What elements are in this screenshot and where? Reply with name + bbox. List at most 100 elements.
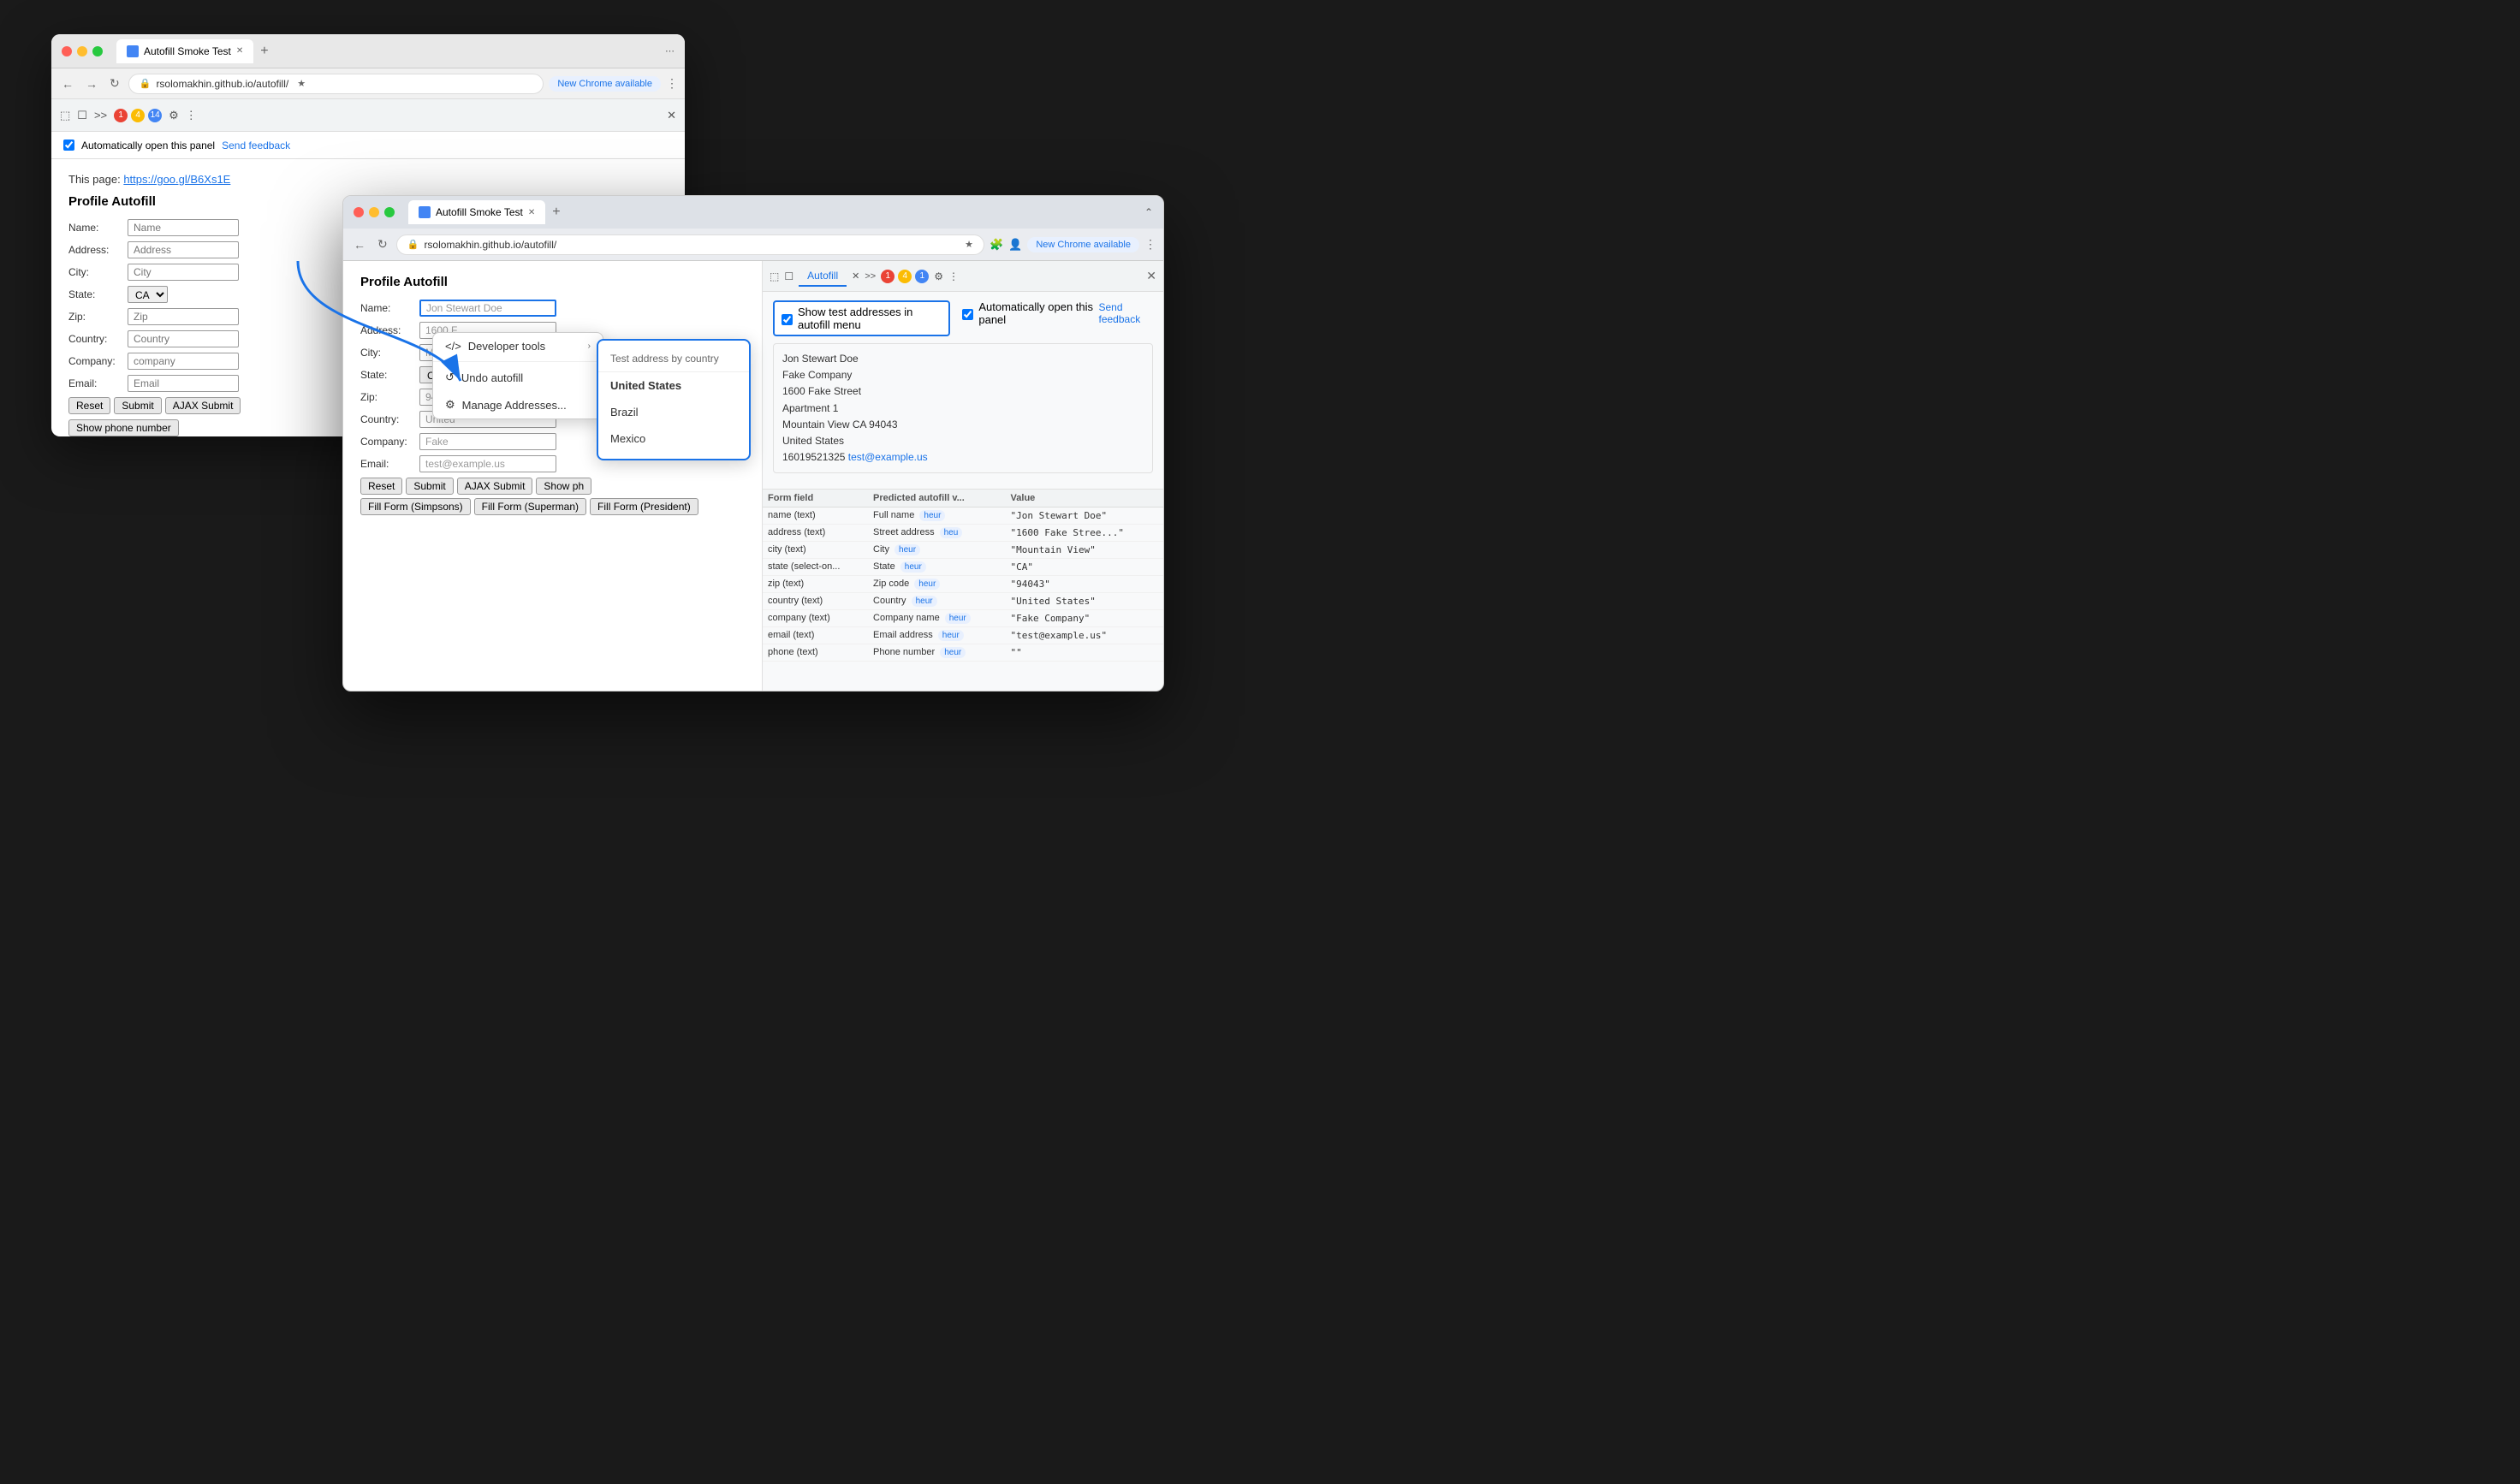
back-state-label: State: <box>68 288 124 300</box>
context-menu[interactable]: </> Developer tools › ↺ Undo autofill ⚙ … <box>432 332 603 419</box>
front-tab-close-icon[interactable]: ✕ <box>528 208 535 217</box>
back-address-input[interactable] <box>128 241 239 258</box>
reload-button[interactable]: ↻ <box>106 73 123 94</box>
back-menu-icon[interactable]: ⋮ <box>666 76 678 91</box>
front-new-chrome-badge[interactable]: New Chrome available <box>1027 237 1139 252</box>
front-fill-simpsons-btn[interactable]: Fill Form (Simpsons) <box>360 498 471 515</box>
back-country-label: Country: <box>68 333 124 345</box>
close-traffic-light[interactable] <box>62 46 72 56</box>
back-auto-open-checkbox[interactable] <box>63 139 74 151</box>
back-button[interactable]: ← <box>58 74 77 94</box>
front-nav-bar: ← ↻ 🔒 rsolomakhin.github.io/autofill/ ★ … <box>343 229 1163 261</box>
front-addr-phone-email: 16019521325 test@example.us <box>782 449 1144 466</box>
back-address-label: Address: <box>68 244 124 256</box>
front-profile-icon[interactable]: 👤 <box>1008 238 1022 252</box>
new-tab-icon[interactable]: + <box>260 44 268 59</box>
front-dt-kebab-icon[interactable]: ⋮ <box>948 270 959 282</box>
front-submit-btn[interactable]: Submit <box>406 478 453 495</box>
context-manage-addresses-item[interactable]: ⚙ Manage Addresses... <box>433 391 603 418</box>
back-send-feedback-link[interactable]: Send feedback <box>222 139 290 151</box>
back-devtools-kebab-icon[interactable]: ⋮ <box>186 109 197 122</box>
context-undo-autofill-label: Undo autofill <box>461 371 523 384</box>
heur-badge: heur <box>914 579 940 590</box>
front-dt-error-badges: 1 4 1 <box>881 270 929 283</box>
front-fill-president-btn[interactable]: Fill Form (President) <box>590 498 698 515</box>
front-dt-close-autofill-icon[interactable]: ✕ <box>852 270 859 282</box>
front-reset-btn[interactable]: Reset <box>360 478 402 495</box>
front-dt-autofill-tab[interactable]: Autofill <box>799 266 847 287</box>
front-minimize-tl[interactable] <box>369 207 379 217</box>
front-auto-open-checkbox[interactable] <box>962 309 973 320</box>
traffic-lights <box>62 46 103 56</box>
front-show-test-addresses-checkbox[interactable] <box>782 314 793 325</box>
front-fullscreen-tl[interactable] <box>384 207 395 217</box>
context-undo-autofill-item[interactable]: ↺ Undo autofill <box>433 364 603 391</box>
table-row: zip (text) Zip code heur "94043" <box>763 576 1163 593</box>
back-show-phone-btn[interactable]: Show phone number <box>68 419 179 436</box>
front-new-tab-icon[interactable]: + <box>552 205 560 220</box>
front-address-bar[interactable]: 🔒 rsolomakhin.github.io/autofill/ ★ <box>396 234 984 255</box>
back-reset-btn[interactable]: Reset <box>68 397 110 414</box>
back-company-input[interactable] <box>128 353 239 370</box>
back-settings-icon[interactable]: ⚙ <box>169 109 179 122</box>
front-window-maximize: ⌃ <box>1144 206 1153 218</box>
front-back-btn[interactable]: ← <box>350 234 369 255</box>
back-new-chrome-badge[interactable]: New Chrome available <box>549 76 661 92</box>
front-dt-close-icon[interactable]: ✕ <box>1146 269 1156 283</box>
back-address-bar[interactable]: 🔒 rsolomakhin.github.io/autofill/ ★ <box>128 74 544 94</box>
front-dt-warning-badge: 4 <box>898 270 912 283</box>
fullscreen-traffic-light[interactable] <box>92 46 103 56</box>
back-devtools-close-icon[interactable]: ✕ <box>667 109 676 122</box>
table-cell-value: "" <box>1006 644 1163 662</box>
table-row: phone (text) Phone number heur "" <box>763 644 1163 662</box>
back-email-input[interactable] <box>128 375 239 392</box>
front-name-input[interactable] <box>419 300 556 317</box>
front-addr-line3: 1600 Fake Street <box>782 383 1144 400</box>
table-cell-field: zip (text) <box>763 576 868 593</box>
table-cell-value: "United States" <box>1006 593 1163 610</box>
front-ajax-btn[interactable]: AJAX Submit <box>457 478 533 495</box>
minimize-traffic-light[interactable] <box>77 46 87 56</box>
table-cell-field: address (text) <box>763 525 868 542</box>
context-developer-tools-item[interactable]: </> Developer tools › <box>433 333 603 359</box>
front-fill-superman-btn[interactable]: Fill Form (Superman) <box>474 498 586 515</box>
back-devtools-phone-icon: ☐ <box>77 109 87 122</box>
back-state-select[interactable]: CA <box>128 286 168 303</box>
back-ajax-btn[interactable]: AJAX Submit <box>165 397 241 414</box>
table-cell-predicted: Email address heur <box>868 627 1006 644</box>
tab-close-icon[interactable]: ✕ <box>236 46 243 56</box>
table-cell-field: country (text) <box>763 593 868 610</box>
front-browser-tab[interactable]: Autofill Smoke Test ✕ <box>408 200 545 224</box>
back-country-input[interactable] <box>128 330 239 347</box>
table-cell-field: email (text) <box>763 627 868 644</box>
front-send-feedback-link[interactable]: Send feedback <box>1099 301 1154 325</box>
back-name-input[interactable] <box>128 219 239 236</box>
front-dt-more-icon[interactable]: >> <box>865 271 876 282</box>
table-row: email (text) Email address heur "test@ex… <box>763 627 1163 644</box>
back-submit-btn[interactable]: Submit <box>114 397 161 414</box>
back-page-link-anchor[interactable]: https://goo.gl/B6Xs1E <box>123 173 230 186</box>
heur-badge: heur <box>900 561 926 573</box>
front-extensions-icon[interactable]: 🧩 <box>990 238 1003 252</box>
test-address-mexico[interactable]: Mexico <box>598 425 749 452</box>
test-address-header: Test address by country <box>598 347 749 372</box>
forward-button[interactable]: → <box>82 74 101 94</box>
front-auto-open-label: Automatically open this panel <box>978 300 1093 326</box>
back-city-input[interactable] <box>128 264 239 281</box>
front-city-label: City: <box>360 347 416 359</box>
test-address-dropdown[interactable]: Test address by country United States Br… <box>597 339 751 460</box>
front-company-input[interactable] <box>419 433 556 450</box>
front-show-phone-btn[interactable]: Show ph <box>536 478 591 495</box>
back-browser-tab[interactable]: Autofill Smoke Test ✕ <box>116 39 253 63</box>
front-reload-btn[interactable]: ↻ <box>374 234 391 255</box>
back-zip-input[interactable] <box>128 308 239 325</box>
front-dt-settings-icon[interactable]: ⚙ <box>934 270 943 282</box>
table-cell-predicted: Country heur <box>868 593 1006 610</box>
front-addr-line6: United States <box>782 433 1144 449</box>
front-close-tl[interactable] <box>354 207 364 217</box>
front-menu-icon[interactable]: ⋮ <box>1144 237 1156 252</box>
back-email-label: Email: <box>68 377 124 389</box>
test-address-brazil[interactable]: Brazil <box>598 399 749 425</box>
test-address-united-states[interactable]: United States <box>598 372 749 399</box>
front-email-input[interactable] <box>419 455 556 472</box>
